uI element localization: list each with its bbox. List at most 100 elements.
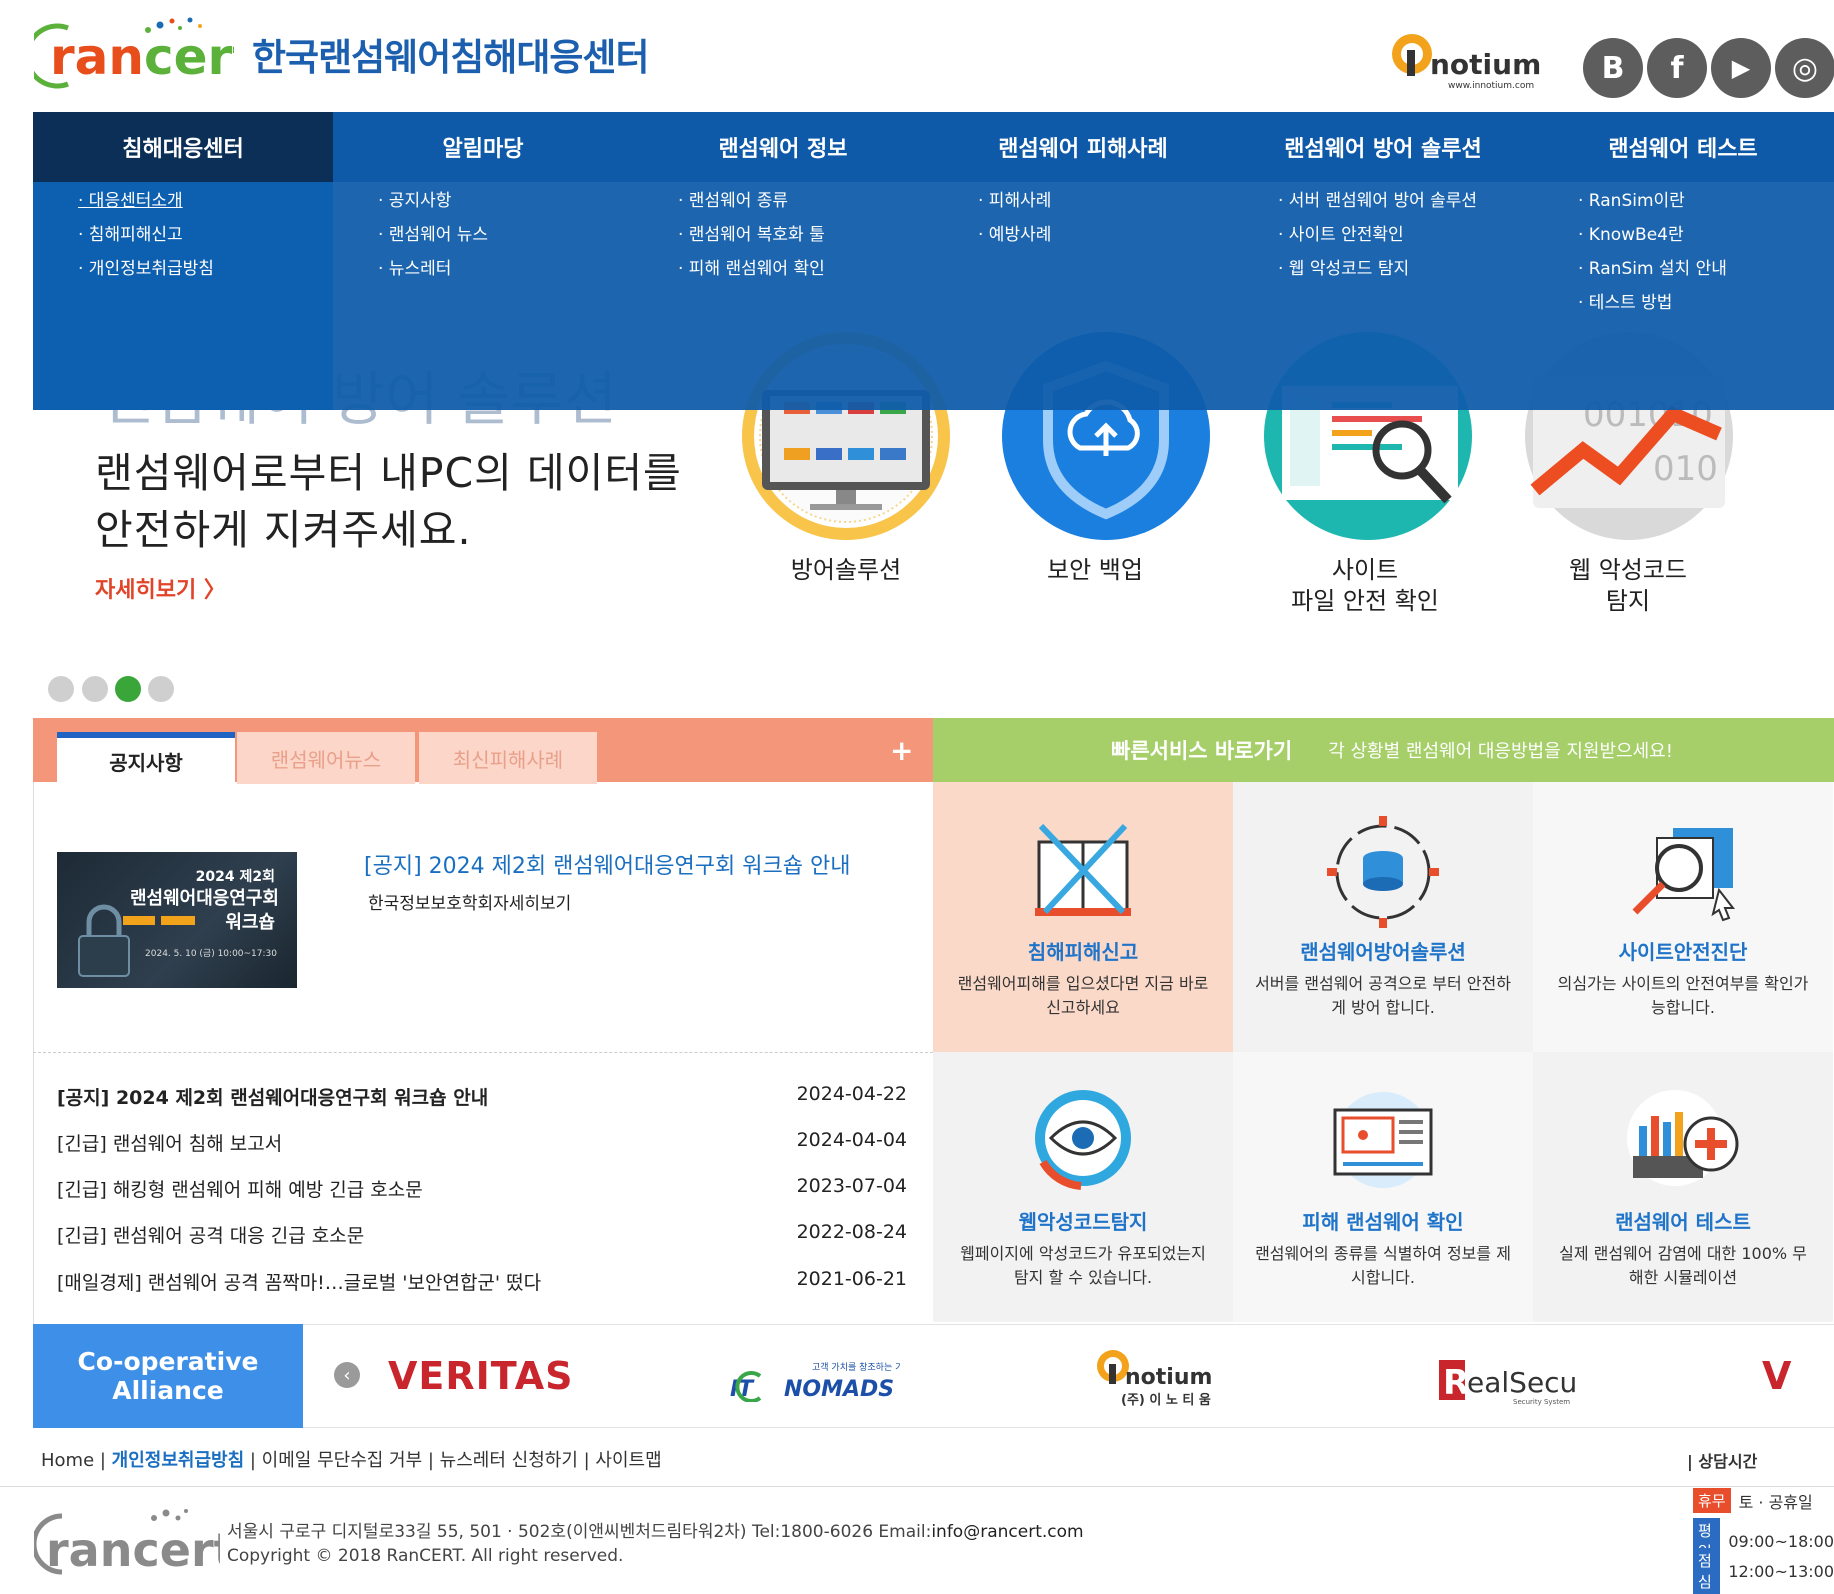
hours-badge: 휴무	[1693, 1488, 1731, 1513]
hero-heading: 랜섬웨어로부터 내PC의 데이터를 안전하게 지켜주세요.	[95, 449, 682, 554]
footer-link-privacy[interactable]: 개인정보취급방침	[112, 1450, 244, 1471]
submenu-item[interactable]: · 침해피해신고	[78, 220, 214, 254]
quick-cell-title[interactable]: 웹악성코드탐지	[933, 1206, 1233, 1235]
tab-notice[interactable]: 공지사항	[57, 732, 235, 784]
blog-icon[interactable]: B	[1583, 38, 1643, 98]
facebook-icon[interactable]: f	[1647, 38, 1707, 98]
quick-cell-site-check[interactable]: 사이트안전진단 의심가는 사이트의 안전여부를 확인가능합니다.	[1533, 782, 1833, 1052]
screen-check-icon	[1333, 1092, 1433, 1188]
list-item-title[interactable]: [긴급] 랜섬웨어 침해 보고서	[57, 1129, 282, 1156]
feature-image-text: 2024 제2회	[195, 869, 275, 885]
list-item[interactable]: [매일경제] 랜섬웨어 공격 꼼짝마!…글로벌 '보안연합군' 떴다 2021-…	[57, 1268, 907, 1295]
tab-news[interactable]: 랜섬웨어뉴스	[237, 732, 415, 784]
partner-logo-partial[interactable]: V	[1762, 1354, 1791, 1398]
nav-item-notice[interactable]: 알림마당	[333, 112, 633, 182]
quick-cell-title[interactable]: 랜섬웨어방어솔루션	[1233, 936, 1533, 965]
list-item-date: 2024-04-04	[796, 1129, 907, 1151]
footer-link-email-refuse[interactable]: 이메일 무단수집 거부	[262, 1450, 422, 1471]
footer-address: 서울시 구로구 디지털로33길 55, 501 · 502호(이앤씨벤처드림타워…	[227, 1522, 1084, 1566]
quick-cell-title[interactable]: 피해 랜섬웨어 확인	[1233, 1206, 1533, 1235]
partner-logo-veritas[interactable]: VERITAS	[388, 1354, 574, 1398]
submenu-item[interactable]: · 사이트 안전확인	[1278, 220, 1477, 254]
nav-item-solution[interactable]: 랜섬웨어 방어 솔루션	[1233, 112, 1533, 182]
quick-cell-solution[interactable]: 랜섬웨어방어솔루션 서버를 랜섬웨어 공격으로 부터 안전하게 방어 합니다.	[1233, 782, 1533, 1052]
svg-text:notium: notium	[1125, 1365, 1212, 1390]
feature-thumbnail[interactable]: 2024 제2회 랜섬웨어대응연구회 워크숍 2024. 5. 10 (금) 1…	[57, 852, 297, 988]
submenu-item[interactable]: · 랜섬웨어 종류	[678, 186, 825, 220]
submenu-item[interactable]: · 공지사항	[378, 186, 488, 220]
submenu-item[interactable]: · 피해 랜섬웨어 확인	[678, 254, 825, 288]
submenu-item[interactable]: · 웹 악성코드 탐지	[1278, 254, 1477, 288]
submenu-info: · 랜섬웨어 종류 · 랜섬웨어 복호화 툴 · 피해 랜섬웨어 확인	[678, 186, 825, 288]
list-item-title[interactable]: [공지] 2024 제2회 랜섬웨어대응연구회 워크숍 안내	[57, 1083, 488, 1110]
slide-dot[interactable]	[82, 676, 108, 702]
feature-subtitle[interactable]: 한국정보보호학회자세히보기	[368, 889, 571, 914]
eye-scan-icon	[1035, 1090, 1131, 1190]
footer-link-home[interactable]: Home	[41, 1450, 94, 1471]
slide-dot-active[interactable]	[115, 676, 141, 702]
logo-dots-icon	[145, 17, 202, 33]
submenu-item[interactable]: · 랜섬웨어 복호화 툴	[678, 220, 825, 254]
list-item-title[interactable]: [매일경제] 랜섬웨어 공격 꼼짝마!…글로벌 '보안연합군' 떴다	[57, 1268, 541, 1295]
svg-text:010: 010	[1653, 449, 1718, 489]
nav-item-center[interactable]: 침해대응센터	[33, 112, 333, 182]
list-item[interactable]: [긴급] 랜섬웨어 공격 대응 긴급 호소문 2022-08-24	[57, 1221, 907, 1248]
submenu-item[interactable]: · RanSim 설치 안내	[1578, 254, 1727, 288]
partner-logo-realsecu[interactable]: R ealSecu Security System	[1437, 1352, 1577, 1406]
submenu-item[interactable]: · 테스트 방법	[1578, 288, 1727, 322]
quick-cell-ransomware-check[interactable]: 피해 랜섬웨어 확인 랜섬웨어의 종류를 식별하여 정보를 제시합니다.	[1233, 1052, 1533, 1322]
submenu-item[interactable]: · 대응센터소개	[78, 186, 214, 220]
svg-text:rancert: rancert	[46, 1523, 220, 1577]
submenu-item[interactable]: · RanSim이란	[1578, 186, 1727, 220]
quick-service-title: 빠른서비스 바로가기	[1111, 739, 1293, 763]
list-item[interactable]: [긴급] 랜섬웨어 침해 보고서 2024-04-04	[57, 1129, 907, 1156]
submenu-item[interactable]: · 피해사례	[978, 186, 1051, 220]
submenu-item[interactable]: · 개인정보취급방침	[78, 254, 214, 288]
list-item-title[interactable]: [긴급] 해킹형 랜섬웨어 피해 예방 긴급 호소문	[57, 1175, 423, 1202]
footer-logo-mark: rancert	[31, 1509, 236, 1577]
slide-dot[interactable]	[48, 676, 74, 702]
partner-logo-itnomads[interactable]: IT NOMADS 고객 가치를 창조하는 기업	[730, 1356, 912, 1403]
instagram-icon[interactable]: ◎	[1775, 38, 1834, 98]
submenu-item[interactable]: · 예방사례	[978, 220, 1051, 254]
nav-item-test[interactable]: 랜섬웨어 테스트	[1533, 112, 1833, 182]
quick-cell-web-malware[interactable]: 웹악성코드탐지 웹페이지에 악성코드가 유포되었는지 탐지 할 수 있습니다.	[933, 1052, 1233, 1322]
feature-title-link[interactable]: [공지] 2024 제2회 랜섬웨어대응연구회 워크숍 안내	[364, 848, 850, 880]
footer-link-sitemap[interactable]: 사이트맵	[595, 1450, 661, 1471]
quick-cell-title[interactable]: 랜섬웨어 테스트	[1533, 1206, 1833, 1235]
list-item[interactable]: [공지] 2024 제2회 랜섬웨어대응연구회 워크숍 안내 2024-04-2…	[57, 1083, 907, 1110]
submenu-center: · 대응센터소개 · 침해피해신고 · 개인정보취급방침	[78, 186, 214, 288]
innotium-logo[interactable]: notium www.innotium.com	[1390, 28, 1545, 92]
hours-badge: 점심	[1693, 1548, 1721, 1594]
footer-link-newsletter[interactable]: 뉴스레터 신청하기	[440, 1450, 578, 1471]
hero-icon-label: 웹 악성코드 탐지	[1568, 556, 1688, 615]
quick-cell-ransomware-test[interactable]: 랜섬웨어 테스트 실제 랜섬웨어 감염에 대한 100% 무해한 시뮬레이션	[1533, 1052, 1833, 1322]
slide-dot[interactable]	[148, 676, 174, 702]
quick-cell-title[interactable]: 사이트안전진단	[1533, 936, 1833, 965]
submenu-item[interactable]: · 서버 랜섬웨어 방어 솔루션	[1278, 186, 1477, 220]
submenu-item[interactable]: · KnowBe4란	[1578, 220, 1727, 254]
hero-more-link[interactable]: 자세히보기 〉	[95, 572, 226, 604]
hours-row: 점심 12:00~13:00	[1693, 1548, 1834, 1594]
submenu-item[interactable]: · 랜섬웨어 뉴스	[378, 220, 488, 254]
submenu-item[interactable]: · 뉴스레터	[378, 254, 488, 288]
footer-email[interactable]: info@rancert.com	[931, 1522, 1083, 1542]
svg-text:cert: cert	[144, 28, 234, 86]
list-item-date: 2023-07-04	[796, 1175, 907, 1197]
list-item[interactable]: [긴급] 해킹형 랜섬웨어 피해 예방 긴급 호소문 2023-07-04	[57, 1175, 907, 1202]
youtube-icon[interactable]: ▶	[1711, 38, 1771, 98]
nav-item-info[interactable]: 랜섬웨어 정보	[633, 112, 933, 182]
tab-recent-cases[interactable]: 최신피해사례	[419, 732, 597, 784]
nav-item-cases[interactable]: 랜섬웨어 피해사례	[933, 112, 1233, 182]
quick-service-subtitle: 각 상황별 랜섬웨어 대응방법을 지원받으세요!	[1328, 741, 1673, 762]
partner-logo-innotium[interactable]: notium (주) 이 노 티 움	[1095, 1346, 1220, 1410]
quick-cell-report[interactable]: 침해피해신고 랜섬웨어피해를 입으셨다면 지금 바로 신고하세요	[933, 782, 1233, 1052]
quick-cell-desc: 의심가는 사이트의 안전여부를 확인가능합니다.	[1557, 974, 1809, 1017]
quick-cell-title[interactable]: 침해피해신고	[933, 936, 1233, 965]
carousel-prev-button[interactable]: ‹	[334, 1362, 360, 1388]
list-item-title[interactable]: [긴급] 랜섬웨어 공격 대응 긴급 호소문	[57, 1221, 364, 1248]
more-plus-button[interactable]: +	[890, 734, 913, 767]
submenu-cases: · 피해사례 · 예방사례	[978, 186, 1051, 254]
footer-logo: rancert	[31, 1506, 236, 1582]
site-logo[interactable]: ran cert 한국랜섬웨어침해대응센터	[34, 17, 649, 90]
